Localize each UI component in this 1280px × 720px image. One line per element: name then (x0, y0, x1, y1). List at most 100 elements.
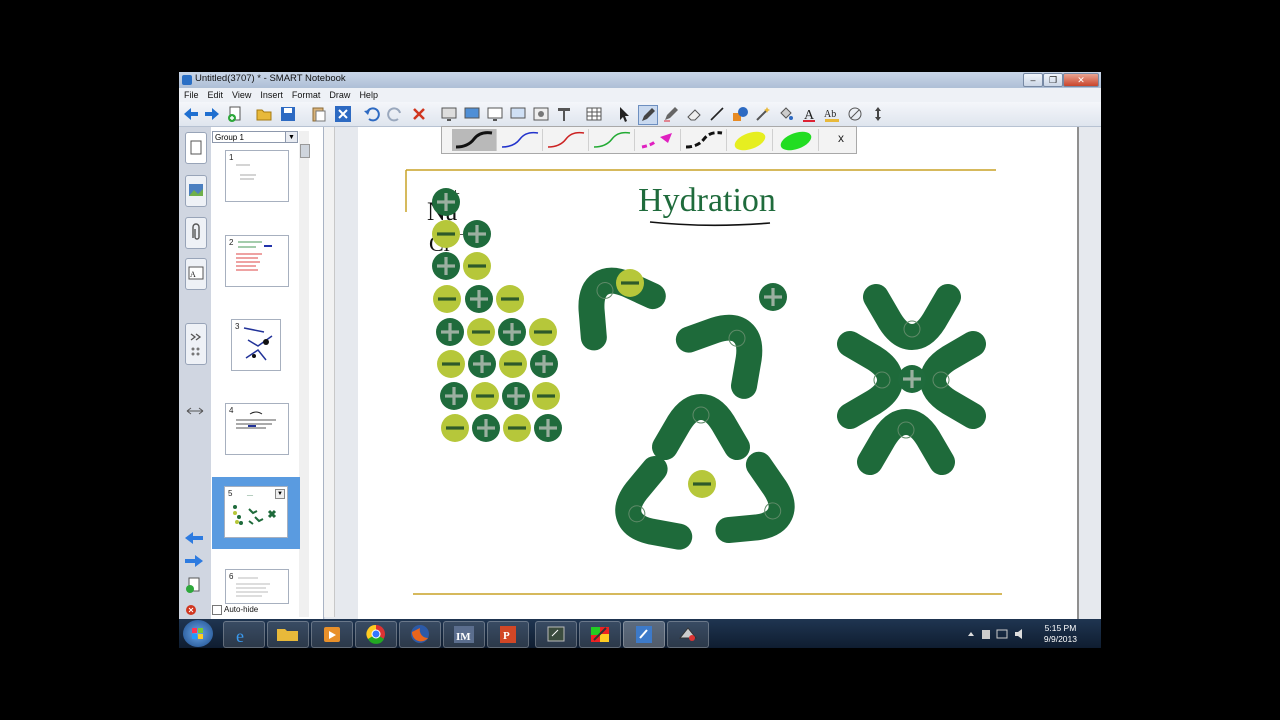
table-icon[interactable] (585, 105, 603, 123)
taskbar-media[interactable] (311, 621, 353, 648)
magenta-pen-swatch[interactable] (636, 129, 681, 151)
taskbar-firefox[interactable] (399, 621, 441, 648)
black-pen-swatch[interactable] (452, 129, 497, 151)
document-camera-icon[interactable] (555, 105, 573, 123)
page-menu-arrow-icon[interactable]: ▼ (275, 489, 285, 499)
move-toolbar-icon[interactable] (869, 105, 887, 123)
delete-icon[interactable] (334, 105, 352, 123)
taskbar-smart-tools[interactable] (667, 621, 709, 648)
menu-draw[interactable]: Draw (324, 88, 354, 100)
menu-help[interactable]: Help (354, 88, 382, 100)
line-tool-icon[interactable] (708, 105, 726, 123)
taskbar-explorer[interactable] (267, 621, 309, 648)
firefox-icon (411, 625, 429, 643)
undo-icon[interactable] (363, 105, 381, 123)
close-pen-bar-button[interactable]: x (838, 131, 844, 145)
add-page-side-icon[interactable] (185, 577, 201, 595)
magic-pen-icon[interactable] (754, 105, 772, 123)
auto-hide-label: Auto-hide (224, 605, 259, 615)
close-button[interactable]: ✕ (1063, 73, 1099, 87)
auto-hide-checkbox[interactable]: Auto-hide (212, 605, 258, 615)
smart-notebook-taskbar-icon (636, 626, 652, 643)
redo-icon[interactable] (386, 105, 404, 123)
dashed-pen-swatch[interactable] (682, 129, 727, 151)
page-sorter-tab[interactable] (185, 132, 207, 164)
page-thumbnail-6[interactable]: 6 (225, 569, 289, 604)
clock[interactable]: 5:15 PM 9/9/2013 (1044, 623, 1077, 645)
pen-tool-icon[interactable] (638, 105, 658, 125)
green-pen-swatch[interactable] (590, 129, 635, 151)
gallery-tab[interactable] (185, 175, 207, 207)
checkbox-box[interactable] (212, 605, 222, 615)
taskbar-paint[interactable] (579, 621, 621, 648)
sorter-scrollbar[interactable] (299, 131, 310, 617)
taskbar-powerpoint[interactable]: P (487, 621, 529, 648)
save-icon[interactable] (279, 105, 297, 123)
minimize-button[interactable]: ‒ (1023, 73, 1043, 87)
svg-text:—: — (246, 493, 254, 499)
forward-arrow-icon[interactable] (203, 105, 221, 123)
shapes-icon[interactable] (731, 105, 749, 123)
blue-pen-swatch[interactable] (498, 129, 543, 151)
chloride-ion-icon (532, 382, 560, 410)
taskbar-smart-notebook[interactable] (623, 621, 665, 648)
full-screen-icon[interactable] (463, 105, 481, 123)
next-page-icon[interactable] (183, 553, 205, 569)
whiteboard-page[interactable]: Hydration Na + Cl − (358, 127, 1079, 620)
page-thumbnail-2[interactable]: 2 (225, 235, 289, 287)
taskbar-smart-board[interactable] (535, 621, 577, 648)
taskbar-im[interactable]: IM (443, 621, 485, 648)
properties-tab[interactable]: A (185, 258, 207, 290)
display-icon[interactable] (486, 105, 504, 123)
fill-icon[interactable] (777, 105, 795, 123)
screen-shade-icon[interactable] (440, 105, 458, 123)
sorter-scroll-thumb[interactable] (300, 144, 310, 158)
yellow-highlighter-swatch[interactable] (728, 129, 773, 151)
text-tool-icon[interactable]: A (800, 105, 818, 123)
paste-icon[interactable] (310, 105, 328, 123)
water-molecule-icon (615, 456, 693, 550)
measurement-tools-icon[interactable] (846, 105, 864, 123)
delete-page-icon[interactable] (185, 600, 201, 616)
page-thumbnail-3[interactable]: 3 (231, 319, 281, 371)
system-tray-icons[interactable] (965, 627, 1029, 641)
page-thumbnail-4[interactable]: 4 (225, 403, 289, 455)
smart-tools-icon (678, 627, 698, 641)
group-dropdown[interactable]: Group 1 ▼ (212, 131, 298, 143)
canvas-scrollbar-left[interactable] (324, 127, 335, 617)
menu-edit[interactable]: Edit (203, 88, 228, 100)
open-folder-icon[interactable] (255, 105, 273, 123)
start-button[interactable] (183, 620, 213, 647)
page-thumbnail-5[interactable]: 5 — ▼ (224, 486, 288, 538)
water-molecule-icon (837, 331, 903, 429)
previous-page-icon[interactable] (183, 530, 205, 546)
taskbar-ie[interactable]: e (223, 621, 265, 648)
menu-insert[interactable]: Insert (255, 88, 287, 100)
media-player-icon (324, 627, 340, 642)
eraser-icon[interactable] (685, 105, 703, 123)
creative-pen-icon[interactable] (662, 105, 680, 123)
select-arrow-icon[interactable] (615, 105, 633, 123)
menu-view[interactable]: View (227, 88, 255, 100)
taskbar-chrome[interactable] (355, 621, 397, 648)
add-page-icon[interactable] (226, 105, 244, 123)
hydration-slide: Hydration Na + Cl − (405, 169, 1002, 595)
properties-icon[interactable]: Ab (823, 105, 841, 123)
add-ons-tab[interactable] (185, 323, 207, 365)
clock-time: 5:15 PM (1044, 623, 1077, 633)
green-highlighter-swatch[interactable] (774, 129, 819, 151)
attachments-tab[interactable] (185, 217, 207, 249)
menu-format[interactable]: Format (287, 88, 325, 100)
maximize-button[interactable]: ❐ (1043, 73, 1063, 87)
sodium-ion-icon (502, 382, 530, 410)
back-arrow-icon[interactable] (182, 105, 200, 123)
clear-icon[interactable] (410, 105, 428, 123)
menu-file[interactable]: File (179, 88, 203, 100)
water-molecule-icon (715, 451, 795, 544)
red-pen-swatch[interactable] (544, 129, 589, 151)
dual-display-icon[interactable] (509, 105, 527, 123)
sodium-ion-icon (432, 252, 460, 280)
screen-capture-icon[interactable] (532, 105, 550, 123)
page-thumbnail-1[interactable]: 1 (225, 150, 289, 202)
resize-sidebar-icon[interactable] (185, 405, 205, 417)
